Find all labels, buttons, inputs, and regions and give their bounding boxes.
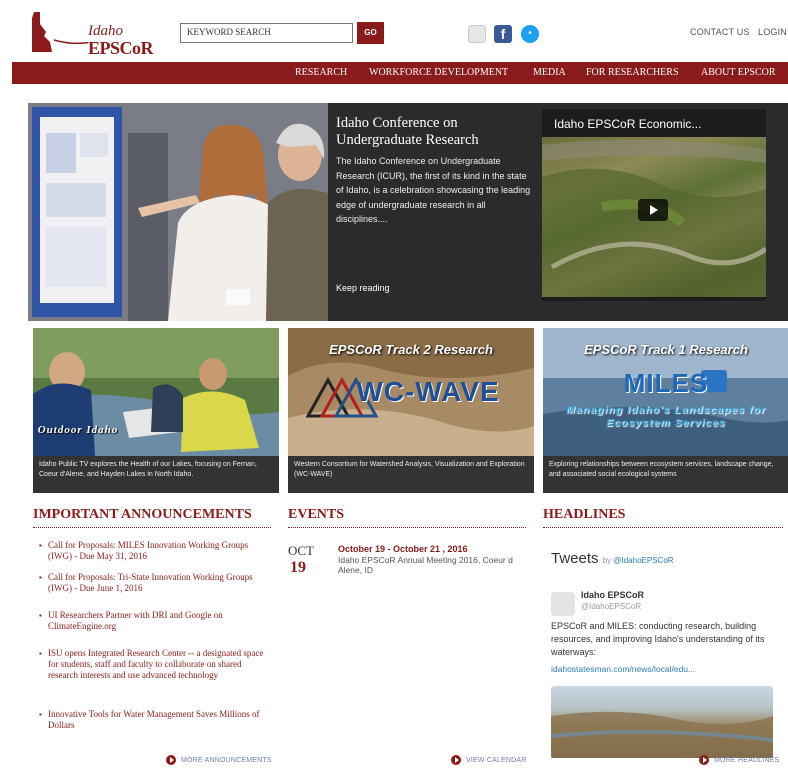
announcement-item[interactable]: Call for Proposals: Tri-State Innovation… xyxy=(39,572,268,594)
twitter-icon[interactable]: • xyxy=(521,25,539,43)
announcement-item[interactable]: Innovative Tools for Water Management Sa… xyxy=(39,709,268,731)
nav-research[interactable]: RESEARCH xyxy=(295,62,347,84)
event-description: Idaho EPSCoR Annual Meeting 2016, Coeur … xyxy=(338,555,513,575)
facebook-icon[interactable]: f xyxy=(494,25,512,43)
play-icon[interactable] xyxy=(638,199,668,221)
tile-caption: Exploring relationships between ecosyste… xyxy=(543,456,788,493)
events-heading: EVENTS xyxy=(288,507,345,522)
keyword-search-input[interactable]: KEYWORD SEARCH xyxy=(180,23,353,43)
tile-image-lake-study: Outdoor Idaho xyxy=(33,328,279,456)
login-link[interactable]: LOGIN xyxy=(758,27,787,37)
nav-about-epscor[interactable]: ABOUT EPSCOR xyxy=(701,62,776,84)
event-month: OCT xyxy=(288,543,314,558)
headlines-heading: HEADLINES xyxy=(543,507,626,522)
mail-icon[interactable] xyxy=(468,25,486,43)
avatar[interactable] xyxy=(551,592,575,616)
tile-image-wc-wave: EPSCoR Track 2 Research WC-WAVE xyxy=(288,328,534,456)
tile-overlay-title: EPSCoR Track 2 Research xyxy=(329,342,493,357)
announcements-heading: IMPORTANT ANNOUNCEMENTS xyxy=(33,507,252,522)
announcement-item[interactable]: Call for Proposals: MILES Innovation Wor… xyxy=(39,540,268,562)
view-calendar-link[interactable]: VIEW CALENDAR xyxy=(466,757,527,764)
tweet-author-name[interactable]: Idaho EPSCoR xyxy=(581,590,644,600)
nav-for-researchers[interactable]: FOR RESEARCHERS xyxy=(586,62,679,84)
logo-line-2: EPSCoR xyxy=(88,38,154,58)
tweets-header: Tweets by @IdahoEPSCoR xyxy=(551,550,674,567)
tweet-media-image[interactable] xyxy=(550,686,774,758)
tweets-by-label: by xyxy=(602,556,612,565)
site-logo[interactable]: Idaho EPSCoR xyxy=(28,10,154,57)
tile-image-miles: EPSCoR Track 1 Research MILES Managing I… xyxy=(543,328,788,456)
announcement-item[interactable]: ISU opens Integrated Research Center -- … xyxy=(39,648,268,681)
logo-wordmark: Idaho EPSCoR xyxy=(88,23,154,58)
outdoor-idaho-brand: Outdoor Idaho xyxy=(37,424,119,436)
events-divider xyxy=(288,527,526,528)
feature-tile-wc-wave[interactable]: EPSCoR Track 2 Research WC-WAVE Western … xyxy=(288,328,534,493)
logo-line-1: Idaho xyxy=(88,23,123,39)
site-header: Idaho EPSCoR KEYWORD SEARCH GO f • CONTA… xyxy=(0,0,788,62)
contact-us-link[interactable]: CONTACT US xyxy=(690,27,750,37)
nav-media[interactable]: MEDIA xyxy=(533,62,566,84)
view-calendar-arrow-icon[interactable] xyxy=(451,755,461,765)
tweets-label: Tweets xyxy=(551,550,599,567)
keep-reading-link[interactable]: Keep reading xyxy=(336,283,390,293)
headlines-divider xyxy=(543,527,783,528)
hero-text-block: Idaho Conference on Undergraduate Resear… xyxy=(336,115,536,227)
tweets-handle-link[interactable]: @IdahoEPSCoR xyxy=(613,556,673,565)
tweet-body: EPSCoR and MILES: conducting research, b… xyxy=(551,621,765,657)
search-go-button[interactable]: GO xyxy=(357,22,384,44)
video-player[interactable]: Idaho EPSCoR Economic... xyxy=(542,109,766,301)
tweet-link[interactable]: idahostatesman.com/news/local/edu... xyxy=(551,664,695,674)
more-announcements-link[interactable]: MORE ANNOUNCEMENTS xyxy=(181,757,272,764)
tile-caption: Western Consortium for Watershed Analysi… xyxy=(288,456,534,493)
hero-title[interactable]: Idaho Conference on Undergraduate Resear… xyxy=(336,115,536,149)
conference-poster-photo xyxy=(28,103,328,321)
hero-photo[interactable] xyxy=(28,103,328,321)
twitter-timeline-widget: Tweets by @IdahoEPSCoR Idaho EPSCoR @Ida… xyxy=(543,540,783,770)
hero-body: The Idaho Conference on Undergraduate Re… xyxy=(336,156,531,224)
wc-wave-brand: WC-WAVE xyxy=(356,376,500,407)
hero-banner: Idaho Conference on Undergraduate Resear… xyxy=(28,103,788,321)
announcements-divider xyxy=(33,527,271,528)
more-announcements-arrow-icon[interactable] xyxy=(166,755,176,765)
miles-subtitle: Managing Idaho's Landscapes for Ecosyste… xyxy=(566,404,766,429)
video-title[interactable]: Idaho EPSCoR Economic... xyxy=(554,117,701,131)
more-headlines-link[interactable]: MORE HEADLINES xyxy=(714,757,779,764)
tweet-author-handle[interactable]: @IdahoEPSCoR xyxy=(581,602,641,611)
feature-tile-outdoor-idaho[interactable]: Outdoor Idaho Idaho Public TV explores t… xyxy=(33,328,279,493)
announcement-item[interactable]: UI Researchers Partner with DRI and Goog… xyxy=(39,610,268,632)
feature-tile-miles[interactable]: EPSCoR Track 1 Research MILES Managing I… xyxy=(543,328,788,493)
idaho-state-icon xyxy=(32,12,127,52)
miles-brand: MILES xyxy=(623,368,709,398)
main-nav: RESEARCH WORKFORCE DEVELOPMENT MEDIA FOR… xyxy=(12,62,788,84)
event-date-range[interactable]: October 19 - October 21 , 2016 xyxy=(338,544,468,554)
tile-overlay-title: EPSCoR Track 1 Research xyxy=(584,342,748,357)
tile-caption: Idaho Public TV explores the Health of o… xyxy=(33,456,279,493)
more-headlines-arrow-icon[interactable] xyxy=(699,755,709,765)
event-day: 19 xyxy=(290,559,306,576)
nav-workforce-development[interactable]: WORKFORCE DEVELOPMENT xyxy=(369,62,508,84)
